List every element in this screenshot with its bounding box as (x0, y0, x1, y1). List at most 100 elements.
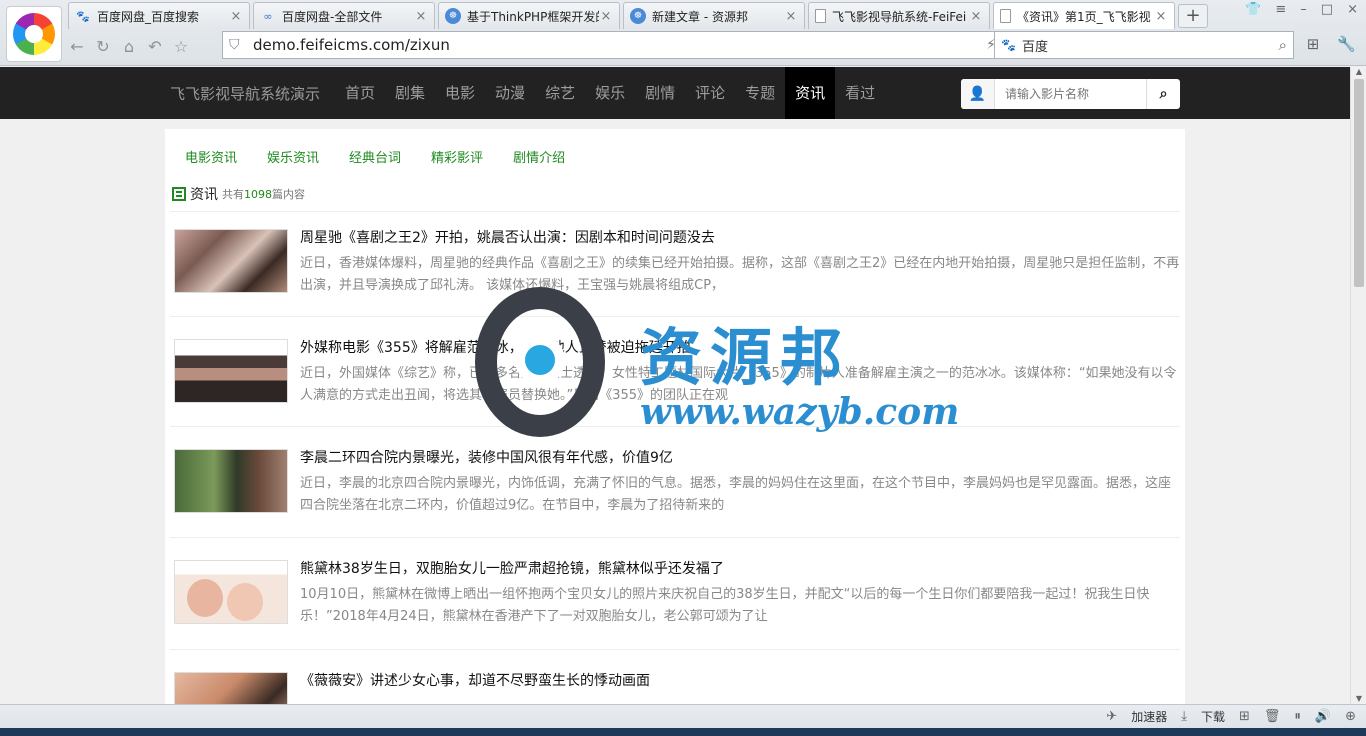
minimize-icon[interactable]: – (1300, 2, 1307, 17)
article-title[interactable]: 《薇薇安》讲述少女心事，却道不尽野蛮生长的悸动画面 (300, 670, 650, 690)
tab-3[interactable]: ☸ 新建文章 - 资源邦 × (623, 2, 805, 29)
article-description: 近日，外国媒体《综艺》称，已有多名知情人士透露：女性特工题材国际大片《355》的… (300, 366, 1177, 403)
subnav-item[interactable]: 娱乐资讯 (267, 147, 319, 166)
section-header: 资讯 共有1098篇内容 (172, 184, 305, 204)
article-description: 近日，香港媒体爆料，周星驰的经典作品《喜剧之王》的续集已经开始拍摄。据称，这部《… (300, 256, 1180, 293)
page-icon (815, 9, 826, 23)
scroll-up-icon[interactable]: ▲ (1353, 67, 1365, 77)
maximize-icon[interactable]: □ (1321, 2, 1333, 17)
tab-4[interactable]: 飞飞影视导航系统-FeiFei × (808, 2, 990, 29)
zoom-icon[interactable]: ⊕ (1345, 709, 1356, 724)
article-title[interactable]: 周星驰《喜剧之王2》开拍，姚晨否认出演：因剧本和时间问题没去 (300, 227, 715, 247)
site-search-input[interactable] (995, 79, 1146, 109)
scroll-down-icon[interactable]: ▼ (1353, 694, 1365, 704)
article-title[interactable]: 李晨二环四合院内景曝光，装修中国风很有年代感，价值9亿 (300, 447, 673, 467)
list-icon (172, 187, 186, 201)
menu-item[interactable]: 电影 (435, 67, 485, 119)
favorite-star-icon[interactable]: ☆ (168, 33, 194, 59)
close-icon[interactable]: × (414, 9, 428, 24)
baidu-paw-icon: 🐾 (76, 9, 90, 23)
tab-strip: 🐾 百度网盘_百度搜索 × ∞ 百度网盘-全部文件 × ☸ 基于ThinkPHP… (68, 2, 1208, 30)
download-icon[interactable]: ⤓ (1181, 709, 1187, 724)
menu-item[interactable]: 专题 (735, 67, 785, 119)
shirt-icon[interactable]: 👕 (1245, 2, 1261, 17)
section-count: 共有1098篇内容 (222, 188, 305, 201)
accelerator-label[interactable]: 加速器 (1131, 708, 1167, 725)
close-icon[interactable]: × (1347, 2, 1358, 17)
subnav-item[interactable]: 剧情介绍 (513, 147, 565, 166)
list-item[interactable]: 周星驰《喜剧之王2》开拍，姚晨否认出演：因剧本和时间问题没去 近日，香港媒体爆料… (170, 211, 1180, 321)
menu-item[interactable]: 综艺 (535, 67, 585, 119)
browser-search-box[interactable]: 🐾 百度 ⌕ (994, 31, 1294, 59)
close-icon[interactable]: × (599, 9, 613, 24)
os-taskbar (0, 728, 1366, 736)
tab-label: 百度网盘-全部文件 (282, 9, 383, 24)
divider (170, 316, 1180, 317)
tab-label: 《资讯》第1页_飞飞影视 (1017, 9, 1151, 24)
undo-icon[interactable]: ↶ (142, 33, 168, 59)
rocket-icon[interactable]: ✈ (1106, 709, 1117, 724)
search-engine-name: 百度 (1021, 39, 1048, 55)
menu-item[interactable]: 评论 (685, 67, 735, 119)
menu-item[interactable]: 剧集 (385, 67, 435, 119)
article-thumbnail[interactable] (174, 229, 288, 293)
tab-5-active[interactable]: 《资讯》第1页_飞飞影视 × (993, 2, 1175, 29)
site-navbar: 飞飞影视导航系统演示 首页 剧集 电影 动漫 综艺 娱乐 剧情 评论 专题 资讯… (0, 67, 1350, 119)
download-label[interactable]: 下载 (1201, 708, 1225, 725)
back-icon[interactable]: ← (64, 33, 90, 59)
add-icon[interactable]: ⊞ (1239, 709, 1250, 724)
subnav-item[interactable]: 经典台词 (349, 147, 401, 166)
tab-1[interactable]: ∞ 百度网盘-全部文件 × (253, 2, 435, 29)
home-icon[interactable]: ⌂ (116, 33, 142, 59)
site-search: 👤 ⌕ (961, 79, 1180, 109)
page-scrollbar[interactable]: ▲ ▼ (1350, 67, 1366, 704)
divider (170, 649, 1180, 650)
trash-icon[interactable]: 🗑 (1264, 709, 1281, 724)
article-title[interactable]: 熊黛林38岁生日，双胞胎女儿一脸严肃超抢镜，熊黛林似乎还发福了 (300, 558, 724, 578)
sound-icon[interactable]: 🔊 (1315, 709, 1331, 724)
browser-logo-button[interactable] (6, 6, 62, 62)
grid-icon[interactable]: ⊞ (1307, 35, 1320, 53)
menu-item[interactable]: 首页 (335, 67, 385, 119)
pause-icon[interactable]: ⏸ (1294, 709, 1301, 724)
scrollbar-thumb[interactable] (1354, 79, 1364, 287)
tab-label: 百度网盘_百度搜索 (97, 9, 200, 24)
wrench-icon[interactable]: 🔧 (1337, 35, 1356, 53)
search-icon[interactable]: ⌕ (1146, 79, 1180, 109)
url-text[interactable]: demo.feifeicms.com/zixun (253, 36, 979, 54)
tab-2[interactable]: ☸ 基于ThinkPHP框架开发的 × (438, 2, 620, 29)
subnav-item[interactable]: 电影资讯 (185, 147, 237, 166)
article-thumbnail[interactable] (174, 672, 288, 704)
site-menu: 首页 剧集 电影 动漫 综艺 娱乐 剧情 评论 专题 资讯 看过 (335, 67, 885, 119)
menu-item[interactable]: 看过 (835, 67, 885, 119)
list-item[interactable]: 李晨二环四合院内景曝光，装修中国风很有年代感，价值9亿 近日，李晨的北京四合院内… (170, 431, 1180, 541)
article-thumbnail[interactable] (174, 449, 288, 513)
page-icon (1000, 9, 1011, 23)
menu-item-active[interactable]: 资讯 (785, 67, 836, 119)
article-description: 近日，李晨的北京四合院内景曝光，内饰低调，充满了怀旧的气息。据悉，李晨的妈妈住在… (300, 476, 1172, 513)
close-icon[interactable]: × (229, 9, 243, 24)
list-item[interactable]: 熊黛林38岁生日，双胞胎女儿一脸严肃超抢镜，熊黛林似乎还发福了 10月10日，熊… (170, 542, 1180, 652)
article-thumbnail[interactable] (174, 339, 288, 403)
refresh-icon[interactable]: ↻ (90, 33, 116, 59)
page-viewport: 飞飞影视导航系统演示 首页 剧集 电影 动漫 综艺 娱乐 剧情 评论 专题 资讯… (0, 67, 1366, 704)
search-icon[interactable]: ⌕ (1279, 36, 1287, 54)
tab-0[interactable]: 🐾 百度网盘_百度搜索 × (68, 2, 250, 29)
new-tab-button[interactable]: + (1178, 4, 1208, 28)
menu-item[interactable]: 娱乐 (585, 67, 635, 119)
menu-item[interactable]: 剧情 (635, 67, 685, 119)
user-icon[interactable]: 👤 (961, 79, 995, 109)
menu-icon[interactable]: ≡ (1275, 2, 1286, 17)
baidu-pan-icon: ∞ (263, 9, 273, 23)
list-item[interactable]: 外媒称电影《355》将解雇范冰冰，寻找他人顶替被迫拖延开拍 近日，外国媒体《综艺… (170, 321, 1180, 431)
list-item[interactable]: 《薇薇安》讲述少女心事，却道不尽野蛮生长的悸动画面 (170, 654, 1180, 704)
subnav-item[interactable]: 精彩影评 (431, 147, 483, 166)
article-title[interactable]: 外媒称电影《355》将解雇范冰冰，寻找他人顶替被迫拖延开拍 (300, 337, 691, 357)
article-thumbnail[interactable] (174, 560, 288, 624)
close-icon[interactable]: × (969, 9, 983, 24)
menu-item[interactable]: 动漫 (485, 67, 535, 119)
close-icon[interactable]: × (1154, 9, 1168, 24)
address-bar[interactable]: ⛉ demo.feifeicms.com/zixun ⚡ ☆ ▼ (222, 31, 1052, 59)
site-brand[interactable]: 飞飞影视导航系统演示 (170, 83, 320, 104)
close-icon[interactable]: × (784, 9, 798, 24)
